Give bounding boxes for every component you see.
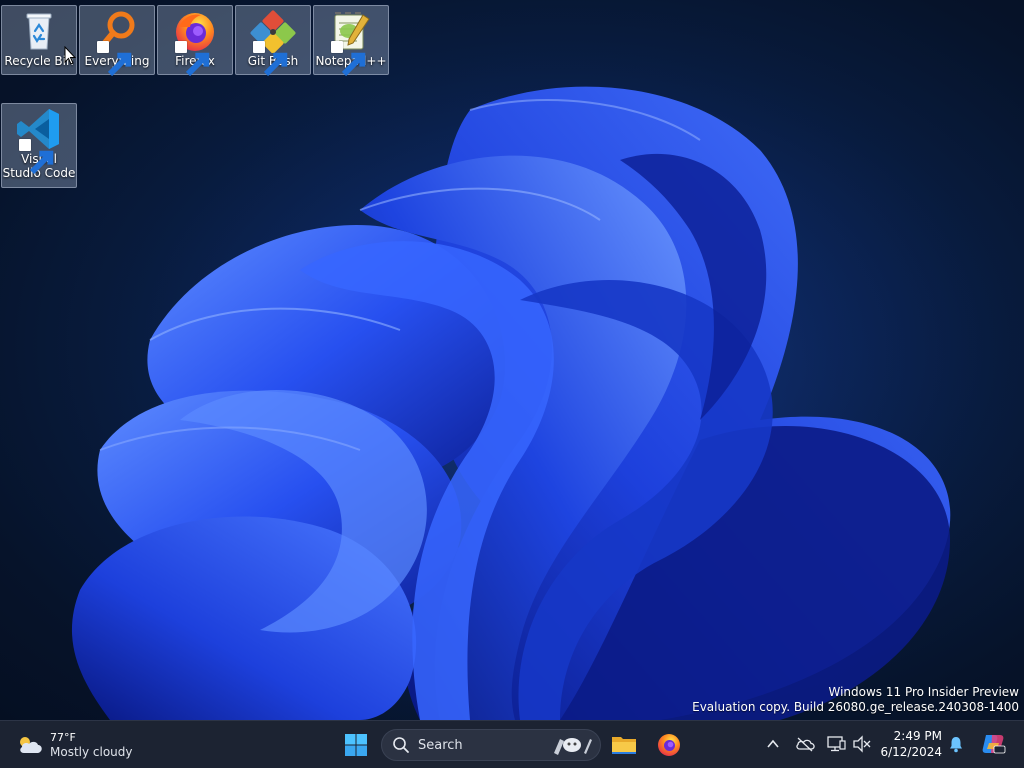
recycle-bin-icon	[15, 9, 63, 53]
desktop-icon-notepad-plus-plus[interactable]: Notepad++	[313, 5, 389, 77]
wallpaper-bloom	[71, 0, 1024, 720]
volume-muted-icon	[853, 735, 871, 753]
onedrive-tray-button[interactable]	[795, 734, 815, 754]
shortcut-arrow-icon	[253, 41, 288, 77]
taskbar-search-box[interactable]: Search	[381, 729, 601, 761]
start-button[interactable]	[338, 727, 374, 763]
network-icon	[827, 736, 846, 752]
windows-evaluation-watermark: Windows 11 Pro Insider Preview Evaluatio…	[692, 685, 1019, 715]
notification-center-button[interactable]	[946, 734, 966, 754]
onedrive-icon	[796, 737, 815, 752]
desktop[interactable]: Recycle Bin Everything Firefox Git Bash …	[0, 0, 1024, 720]
firefox-icon	[658, 734, 680, 756]
everything-search-icon	[93, 9, 141, 77]
network-tray-button[interactable]	[826, 734, 846, 754]
desktop-icon-firefox[interactable]: Firefox	[157, 5, 233, 77]
show-hidden-icons-button[interactable]	[763, 734, 783, 754]
search-label: Search	[418, 737, 463, 753]
search-highlight-icon	[554, 738, 592, 755]
desktop-icon-everything[interactable]: Everything	[79, 5, 155, 77]
taskbar: 77°F Mostly cloudy Search 2:49 PM 6/12/2…	[0, 720, 1024, 768]
taskbar-file-explorer-button[interactable]	[606, 727, 642, 763]
cloud-sun-icon	[20, 737, 42, 753]
firefox-icon	[171, 9, 219, 77]
clock-date: 6/12/2024	[880, 745, 942, 759]
clock-time: 2:49 PM	[893, 729, 942, 743]
taskbar-firefox-button[interactable]	[651, 727, 687, 763]
watermark-line-edition: Windows 11 Pro Insider Preview	[828, 685, 1019, 699]
desktop-icon-git-bash[interactable]: Git Bash	[235, 5, 311, 77]
shortcut-arrow-icon	[97, 41, 132, 77]
mouse-cursor-icon	[64, 46, 76, 65]
git-bash-icon	[249, 9, 297, 77]
weather-temperature: 77°F	[50, 730, 76, 744]
vscode-icon	[15, 107, 63, 175]
weather-condition: Mostly cloudy	[50, 744, 133, 759]
bell-icon	[950, 737, 962, 753]
shortcut-arrow-icon	[331, 41, 366, 77]
copilot-button[interactable]	[980, 731, 1006, 757]
shortcut-arrow-icon	[19, 139, 54, 175]
folder-icon	[612, 737, 636, 754]
search-icon	[393, 737, 409, 753]
notepad-plus-plus-icon	[327, 9, 375, 77]
weather-widget[interactable]: 77°F Mostly cloudy	[16, 727, 133, 763]
desktop-icon-vscode[interactable]: Visual Studio Code	[1, 103, 77, 188]
taskbar-clock[interactable]: 2:49 PM 6/12/2024	[880, 728, 942, 760]
copilot-icon	[982, 735, 1006, 754]
chevron-up-icon	[767, 739, 779, 748]
windows-start-icon	[345, 734, 367, 756]
shortcut-arrow-icon	[175, 41, 210, 77]
watermark-line-build: Evaluation copy. Build 26080.ge_release.…	[692, 700, 1019, 714]
volume-tray-button[interactable]	[852, 734, 872, 754]
